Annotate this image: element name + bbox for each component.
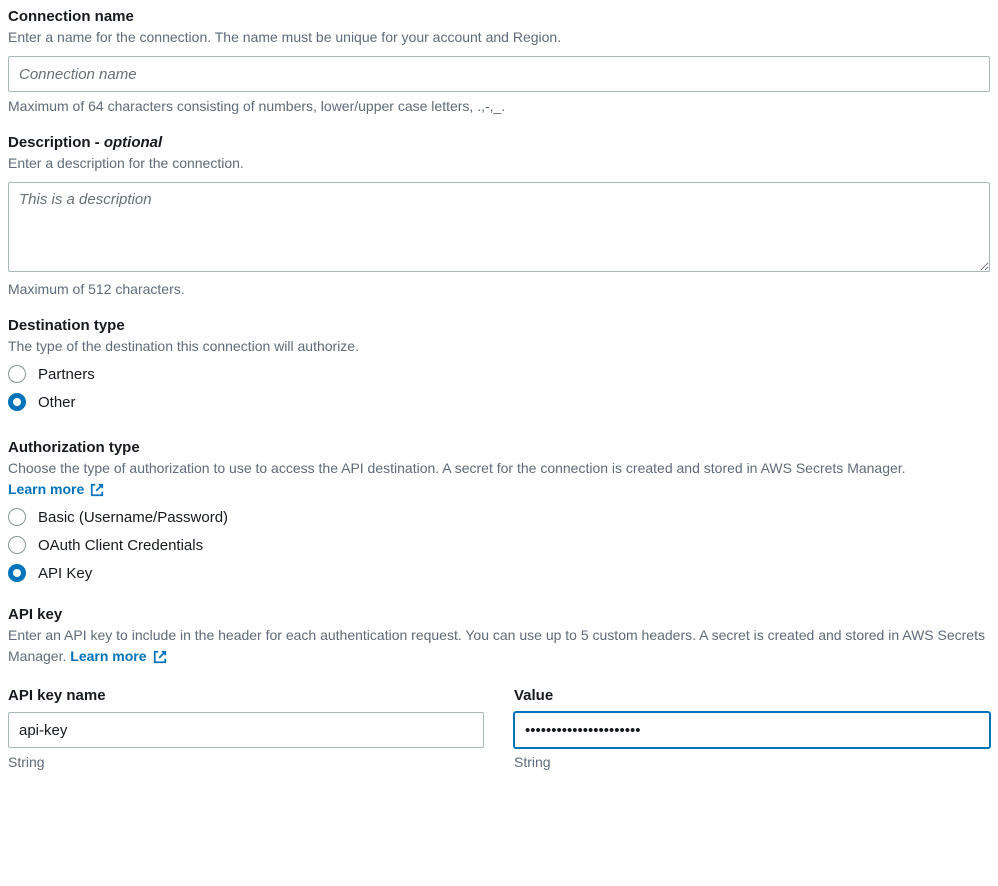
api-key-value-helper: String — [514, 754, 990, 770]
connection-name-input[interactable] — [8, 56, 990, 92]
api-key-group: API key Enter an API key to include in t… — [8, 606, 990, 667]
learn-more-link-apikey[interactable]: Learn more — [70, 646, 166, 667]
api-key-columns: API key name String Value String — [8, 687, 990, 770]
authorization-type-description: Choose the type of authorization to use … — [8, 458, 990, 500]
radio-oauth[interactable]: OAuth Client Credentials — [8, 536, 990, 554]
radio-other-label: Other — [38, 394, 76, 411]
external-link-icon — [90, 483, 104, 497]
radio-circle-icon — [8, 365, 26, 383]
radio-apikey[interactable]: API Key — [8, 564, 990, 582]
radio-partners-label: Partners — [38, 366, 95, 383]
authorization-type-group: Authorization type Choose the type of au… — [8, 439, 990, 582]
radio-circle-icon — [8, 508, 26, 526]
radio-basic-label: Basic (Username/Password) — [38, 509, 228, 526]
api-key-value-col: Value String — [514, 687, 990, 770]
auth-desc-text: Choose the type of authorization to use … — [8, 460, 906, 476]
external-link-icon — [153, 650, 167, 664]
destination-type-description: The type of the destination this connect… — [8, 336, 990, 357]
radio-oauth-label: OAuth Client Credentials — [38, 537, 203, 554]
api-key-label: API key — [8, 606, 990, 623]
api-key-description: Enter an API key to include in the heade… — [8, 625, 990, 667]
radio-basic[interactable]: Basic (Username/Password) — [8, 508, 990, 526]
api-key-value-input[interactable] — [514, 712, 990, 748]
authorization-type-radios: Basic (Username/Password) OAuth Client C… — [8, 508, 990, 582]
description-optional-text: optional — [104, 134, 162, 151]
description-label: Description - optional — [8, 134, 990, 151]
authorization-type-label: Authorization type — [8, 439, 990, 456]
connection-name-group: Connection name Enter a name for the con… — [8, 8, 990, 114]
radio-circle-checked-icon — [8, 393, 26, 411]
api-key-name-helper: String — [8, 754, 484, 770]
connection-name-helper: Maximum of 64 characters consisting of n… — [8, 98, 990, 114]
description-description: Enter a description for the connection. — [8, 153, 990, 174]
api-key-name-label: API key name — [8, 687, 484, 704]
learn-more-text: Learn more — [70, 646, 146, 667]
api-key-name-col: API key name String — [8, 687, 484, 770]
radio-other[interactable]: Other — [8, 393, 990, 411]
description-label-text: Description - — [8, 134, 104, 151]
api-key-value-label: Value — [514, 687, 990, 704]
connection-name-label: Connection name — [8, 8, 990, 25]
radio-partners[interactable]: Partners — [8, 365, 990, 383]
connection-name-description: Enter a name for the connection. The nam… — [8, 27, 990, 48]
destination-type-radios: Partners Other — [8, 365, 990, 411]
api-key-name-input[interactable] — [8, 712, 484, 748]
radio-circle-checked-icon — [8, 564, 26, 582]
destination-type-group: Destination type The type of the destina… — [8, 317, 990, 411]
learn-more-text: Learn more — [8, 479, 84, 500]
radio-circle-icon — [8, 536, 26, 554]
destination-type-label: Destination type — [8, 317, 990, 334]
description-group: Description - optional Enter a descripti… — [8, 134, 990, 297]
learn-more-link-auth[interactable]: Learn more — [8, 479, 104, 500]
description-helper: Maximum of 512 characters. — [8, 281, 990, 297]
radio-apikey-label: API Key — [38, 565, 92, 582]
description-textarea[interactable] — [8, 182, 990, 272]
